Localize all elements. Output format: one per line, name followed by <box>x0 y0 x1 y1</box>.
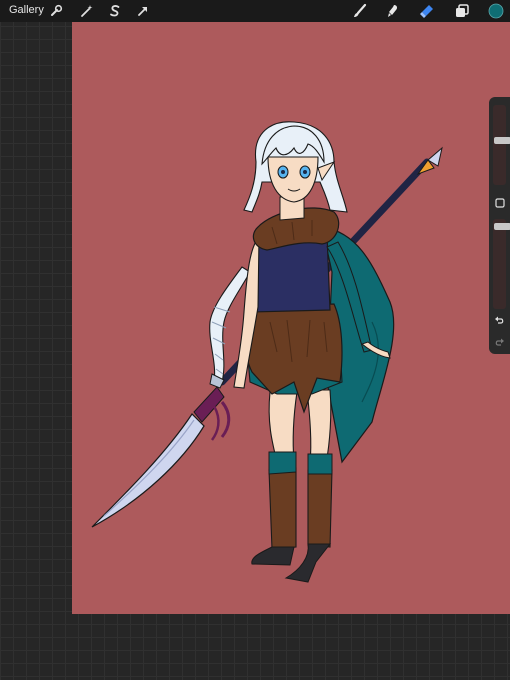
layers-icon[interactable] <box>453 2 471 20</box>
opacity-slider-thumb[interactable] <box>494 223 510 230</box>
character-illustration <box>91 121 443 583</box>
color-swatch[interactable] <box>487 2 505 20</box>
smudge-icon[interactable] <box>384 2 402 20</box>
brush-icon[interactable] <box>351 2 369 20</box>
square-modify-icon[interactable] <box>492 195 507 210</box>
eraser-icon[interactable] <box>418 2 436 20</box>
undo-icon[interactable] <box>492 313 507 328</box>
opacity-slider[interactable] <box>493 219 510 309</box>
gallery-button[interactable]: Gallery <box>9 4 44 16</box>
drawing-canvas[interactable] <box>72 22 510 614</box>
magic-wand-icon[interactable] <box>78 2 96 20</box>
redo-icon[interactable] <box>492 335 507 350</box>
size-slider-thumb[interactable] <box>494 137 510 144</box>
transform-arrow-icon[interactable] <box>134 2 152 20</box>
side-toolbar <box>489 97 510 354</box>
wrench-icon[interactable] <box>47 2 65 20</box>
top-toolbar: Gallery <box>0 0 510 22</box>
size-slider[interactable] <box>493 105 510 185</box>
selection-s-icon[interactable] <box>106 2 124 20</box>
